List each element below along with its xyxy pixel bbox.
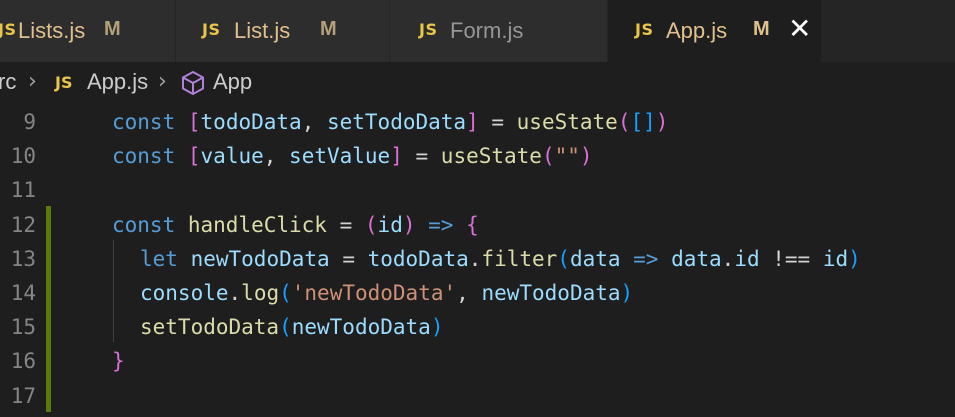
tab-app-js[interactable]: JS App.js M ✕ — [608, 0, 822, 62]
js-file-icon: JS — [419, 20, 438, 39]
code-line[interactable]: const handleClick = (id) => { — [112, 213, 479, 237]
code-token: setValue — [289, 144, 391, 169]
code-token: [ — [187, 144, 201, 169]
code-token: = — [478, 110, 517, 134]
code-token: todoData — [367, 246, 469, 271]
code-token: "" — [554, 144, 580, 169]
code-line[interactable]: const [value, setValue] = useState("") — [112, 144, 593, 168]
breadcrumb-symbol[interactable]: App — [213, 69, 252, 95]
tab-label: List.js — [234, 18, 291, 43]
code-token: newTodoData — [291, 315, 431, 340]
tab-list-js[interactable]: JS List.js M — [176, 0, 390, 62]
tab-label: Form.js — [450, 18, 524, 43]
code-token: [ — [187, 110, 201, 134]
code-token: newTodoData — [190, 246, 330, 271]
code-token: = — [402, 144, 441, 169]
code-token: ] — [390, 144, 403, 169]
code-token: data — [569, 246, 621, 271]
code-token: ) — [848, 246, 861, 271]
code-token: ) — [579, 144, 593, 169]
code-token: setTodoData — [326, 110, 467, 134]
code-line[interactable]: console.log('newTodoData', newTodoData) — [140, 281, 633, 305]
code-token: ) — [402, 212, 416, 237]
tab-label: App.js — [666, 18, 728, 43]
tab-form-js[interactable]: JS Form.js — [390, 0, 608, 62]
code-token: filter — [481, 246, 558, 271]
code-token: . — [468, 246, 482, 271]
modified-badge: M — [753, 18, 770, 40]
code-token: const — [112, 144, 176, 169]
code-line[interactable]: } — [112, 349, 125, 373]
code-token: ) — [430, 315, 444, 340]
code-token: ( — [279, 315, 292, 340]
code-token: const — [112, 110, 176, 134]
code-token: handleClick — [187, 212, 327, 237]
tab-bar: JS Lists.js M JS List.js M JS Form.js JS… — [0, 0, 955, 62]
code-token: ) — [620, 281, 634, 305]
modified-badge: M — [320, 18, 337, 40]
code-token: newTodoData — [481, 281, 621, 305]
code-token: ) — [655, 110, 669, 134]
cube-icon — [182, 71, 204, 95]
code-line[interactable]: const [todoData, setTodoData] = useState… — [112, 110, 668, 134]
code-token: = — [326, 212, 365, 237]
code-token: useState — [440, 144, 542, 169]
code-token: , — [301, 110, 327, 134]
code-token: [] — [630, 110, 656, 134]
code-token: setTodoData — [140, 315, 280, 340]
code-token: = — [329, 246, 368, 271]
code-token: !== — [759, 246, 823, 271]
code-token: ( — [541, 144, 555, 169]
code-line[interactable]: setTodoData(newTodoData) — [140, 315, 443, 339]
code-editor[interactable]: const [todoData, setTodoData] = useState… — [0, 102, 955, 417]
code-token: ( — [617, 110, 631, 134]
code-token: , — [456, 281, 482, 305]
breadcrumb: rc › JS App.js › App — [0, 62, 955, 102]
code-token: } — [112, 349, 125, 374]
code-token: log — [241, 281, 280, 305]
code-token: { — [466, 212, 479, 237]
code-token: . — [228, 281, 242, 305]
breadcrumb-file[interactable]: App.js — [87, 69, 148, 95]
code-token: id — [822, 246, 849, 271]
code-token: ( — [279, 281, 292, 305]
breadcrumb-folder[interactable]: rc — [0, 69, 16, 95]
code-token: value — [200, 144, 264, 169]
code-token: => — [415, 212, 467, 237]
code-token: ] — [466, 110, 479, 134]
tab-label: Lists.js — [18, 18, 86, 43]
code-token: console — [140, 281, 229, 305]
js-file-icon: JS — [202, 20, 221, 39]
chevron-right-icon: › — [28, 69, 37, 94]
js-file-icon: JS — [55, 73, 73, 92]
chevron-right-icon: › — [158, 69, 167, 94]
tab-lists-js[interactable]: JS Lists.js M — [0, 0, 176, 62]
code-token: const — [112, 212, 176, 237]
code-token: let — [140, 246, 178, 271]
code-token: id — [734, 246, 760, 271]
js-file-icon: JS — [0, 20, 17, 39]
code-token: ( — [364, 212, 378, 237]
modified-badge: M — [104, 18, 121, 40]
code-token: id — [377, 212, 403, 237]
code-token: . — [721, 246, 735, 271]
code-token: ( — [557, 246, 570, 271]
code-line[interactable]: let newTodoData = todoData.filter(data =… — [140, 247, 861, 271]
code-token: => — [620, 246, 672, 271]
close-icon[interactable]: ✕ — [788, 12, 811, 45]
code-token: data — [671, 246, 722, 271]
js-file-icon: JS — [635, 20, 654, 39]
code-token: , — [263, 144, 290, 169]
code-token: todoData — [200, 110, 302, 134]
code-token: useState — [516, 110, 618, 134]
code-token: 'newTodoData' — [291, 281, 457, 305]
